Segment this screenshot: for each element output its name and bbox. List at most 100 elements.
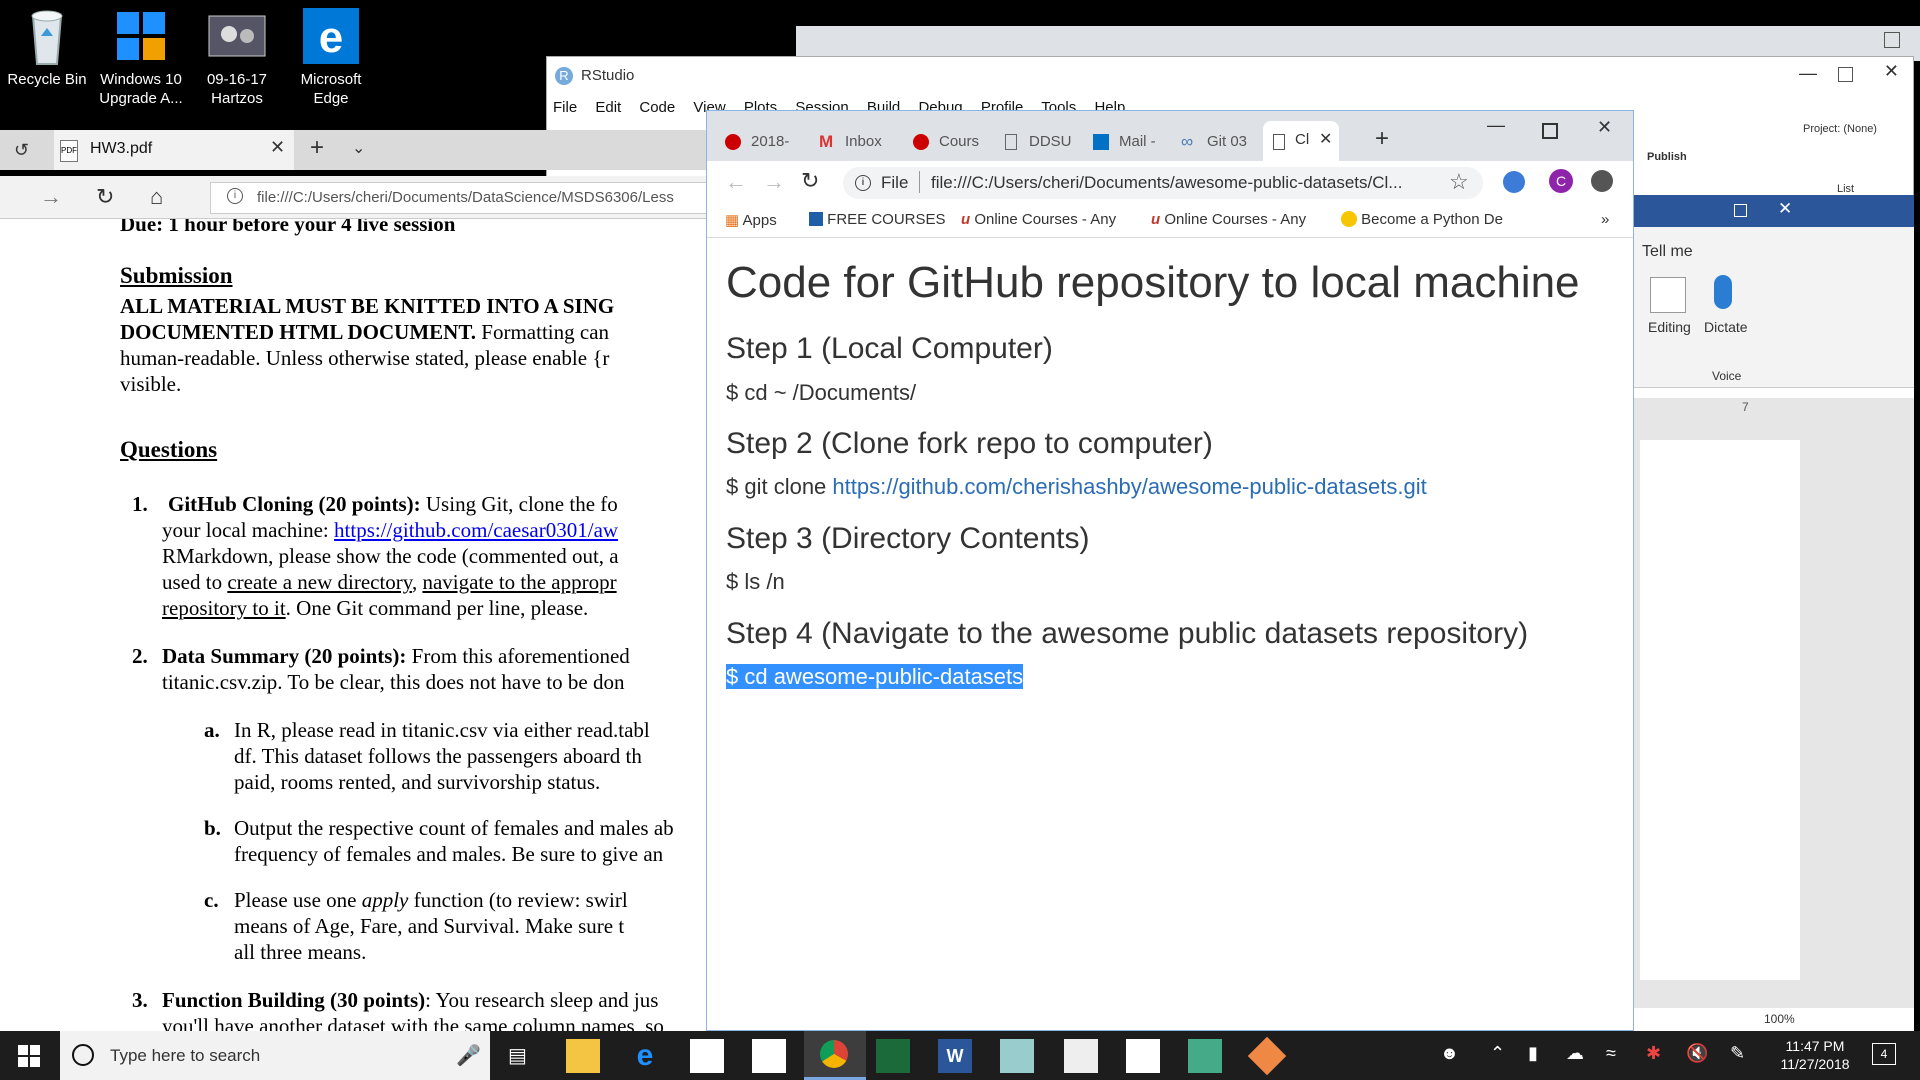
omnibox-divider	[919, 171, 920, 193]
desktop-icon-hartzos[interactable]: 09-16-17 Hartzos	[192, 6, 282, 108]
bookmark-free-courses[interactable]: FREE COURSES	[809, 211, 946, 228]
editing-button[interactable]: Editing	[1648, 319, 1691, 335]
chevron-down-icon[interactable]: ⌄	[352, 138, 365, 158]
find-icon[interactable]	[1650, 277, 1686, 313]
maximize-button[interactable]	[1838, 67, 1853, 82]
close-button[interactable]: ✕	[1884, 61, 1899, 82]
extension-icon[interactable]	[1503, 171, 1525, 193]
tab-courses[interactable]: Cours	[913, 123, 989, 161]
cloud-icon[interactable]: ☁	[1566, 1043, 1584, 1064]
desktop-icon-recycle-bin[interactable]: Recycle Bin	[2, 6, 92, 89]
alert-icon[interactable]: ✱	[1646, 1043, 1661, 1064]
forward-icon[interactable]: →	[40, 184, 62, 210]
tab-inbox[interactable]: M Inbox	[819, 123, 899, 161]
desktop-icon-windows-upgrade[interactable]: Windows 10 Upgrade A...	[96, 6, 186, 108]
tab-mail[interactable]: Mail -	[1093, 123, 1165, 161]
new-tab-icon[interactable]: +	[1375, 125, 1389, 153]
tab-git[interactable]: ∞ Git 03	[1181, 123, 1255, 161]
project-menu[interactable]: Project: (None)	[1803, 123, 1877, 135]
close-tab-icon[interactable]: ✕	[1319, 129, 1332, 149]
menu-icon[interactable]	[1591, 170, 1613, 192]
battery-icon[interactable]: ▮	[1528, 1043, 1538, 1064]
volume-muted-icon[interactable]: 🔇	[1686, 1043, 1708, 1064]
star-icon[interactable]: ☆	[1449, 169, 1469, 195]
pdf-icon: PDF	[60, 140, 78, 162]
ruler-mark: 7	[1742, 400, 1749, 414]
list-view-button[interactable]: List	[1837, 183, 1854, 195]
profile-avatar[interactable]: C	[1549, 169, 1573, 193]
tell-me-field[interactable]: Tell me	[1642, 243, 1693, 261]
tab-list-icon[interactable]: ↺	[14, 140, 29, 161]
file-explorer-icon[interactable]	[566, 1039, 600, 1073]
maximize-icon[interactable]	[1734, 204, 1747, 217]
menu-file[interactable]: File	[553, 99, 577, 116]
udemy-icon: u	[961, 211, 971, 228]
forward-icon[interactable]: →	[763, 169, 785, 195]
bookmark-online-courses-2[interactable]: u Online Courses - Any	[1151, 211, 1306, 228]
close-button[interactable]: ✕	[1597, 117, 1612, 138]
pdf-text: ALL MATERIAL MUST BE KNITTED INTO A SING	[120, 294, 615, 318]
edge-icon[interactable]: e	[628, 1039, 662, 1073]
clock[interactable]: 11:47 PM 11/27/2018	[1774, 1037, 1856, 1073]
omnibox[interactable]: i File file:///C:/Users/cheri/Documents/…	[843, 167, 1483, 199]
url-text[interactable]: file:///C:/Users/cheri/Documents/DataSci…	[257, 189, 674, 206]
zoom-level[interactable]: 100%	[1764, 1012, 1795, 1026]
tab-hw3[interactable]: PDF HW3.pdf ✕	[54, 130, 294, 170]
notepad-icon[interactable]	[1126, 1039, 1160, 1073]
tab-active[interactable]: Cl ✕	[1263, 121, 1339, 161]
app-icon[interactable]	[1000, 1039, 1034, 1073]
bookmarks-overflow[interactable]: »	[1601, 211, 1609, 228]
start-button[interactable]	[18, 1045, 40, 1067]
chevron-up-icon[interactable]: ⌃	[1490, 1043, 1505, 1064]
chrome-taskbar-button[interactable]	[804, 1031, 866, 1080]
git-icon[interactable]	[1247, 1036, 1287, 1076]
bookmark-python[interactable]: Become a Python De	[1341, 211, 1503, 228]
windows-logo-icon	[111, 6, 171, 66]
minimize-button[interactable]: —	[1487, 115, 1505, 136]
menu-edit[interactable]: Edit	[595, 99, 621, 116]
minimize-button[interactable]: —	[1799, 63, 1817, 84]
reload-icon[interactable]: ↻	[801, 168, 819, 194]
close-tab-icon[interactable]: ✕	[270, 137, 285, 158]
step4-command[interactable]: $ cd awesome-public-datasets	[726, 664, 1024, 690]
info-icon[interactable]: i	[855, 175, 871, 191]
task-view-icon[interactable]: ▤	[508, 1043, 527, 1068]
people-icon[interactable]: ☻	[1440, 1043, 1459, 1064]
address-bar[interactable]: i file:///C:/Users/cheri/Documents/DataS…	[210, 182, 708, 214]
menu-code[interactable]: Code	[639, 99, 675, 116]
desktop-icon-edge[interactable]: e Microsoft Edge	[286, 6, 376, 108]
document-page[interactable]	[1640, 440, 1800, 980]
pdf-viewer[interactable]: Due: 1 hour before your 4 live session S…	[0, 219, 706, 1031]
close-icon[interactable]: ✕	[1778, 199, 1792, 219]
maximize-button[interactable]	[1542, 123, 1558, 139]
app-icon[interactable]	[1188, 1039, 1222, 1073]
tab-2018[interactable]: 2018-	[725, 123, 795, 161]
back-icon[interactable]: ←	[725, 169, 747, 195]
refresh-icon[interactable]: ↻	[96, 184, 114, 210]
publish-button[interactable]: Publish	[1647, 151, 1687, 163]
maximize-icon[interactable]	[1884, 32, 1900, 48]
home-icon[interactable]: ⌂	[150, 184, 163, 210]
search-box[interactable]: Type here to search 🎤	[60, 1031, 490, 1080]
q3-number: 3.	[132, 988, 148, 1012]
action-center-icon[interactable]: 4	[1872, 1043, 1896, 1065]
selected-text[interactable]: $ cd awesome-public-datasets	[726, 664, 1024, 689]
new-tab-icon[interactable]: +	[310, 134, 324, 162]
url-text[interactable]: file:///C:/Users/cheri/Documents/awesome…	[931, 173, 1402, 193]
bookmark-online-courses-1[interactable]: u Online Courses - Any	[961, 211, 1116, 228]
udemy-icon: u	[1151, 211, 1161, 228]
repo-link[interactable]: https://github.com/cherishashby/awesome-…	[832, 474, 1426, 499]
pdf-link[interactable]: https://github.com/caesar0301/aw	[334, 518, 618, 542]
microphone-icon[interactable]: 🎤	[456, 1043, 481, 1068]
wifi-icon[interactable]: ≈	[1606, 1043, 1616, 1064]
pen-icon[interactable]: ✎	[1730, 1043, 1745, 1064]
dictate-button[interactable]: Dictate	[1704, 319, 1748, 335]
document-area[interactable]	[1634, 418, 1914, 1008]
word-icon[interactable]: W	[938, 1039, 972, 1073]
calculator-icon[interactable]	[1064, 1039, 1098, 1073]
bookmark-apps[interactable]: ▦ Apps	[725, 211, 777, 229]
mail-icon[interactable]	[752, 1039, 786, 1073]
rstudio-taskbar-icon[interactable]	[876, 1039, 910, 1073]
store-icon[interactable]	[690, 1039, 724, 1073]
tab-ddsu[interactable]: DDSU	[1003, 123, 1077, 161]
